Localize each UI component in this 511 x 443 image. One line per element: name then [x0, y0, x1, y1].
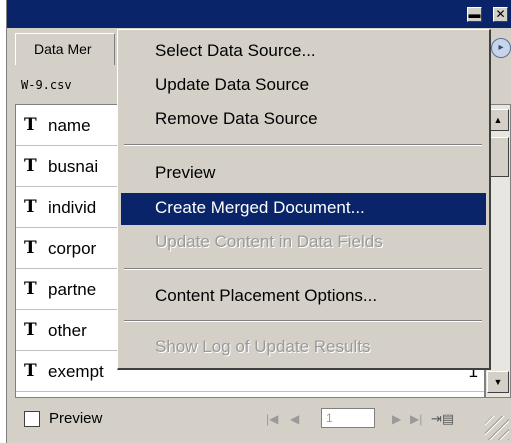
text-field-icon: T [24, 156, 37, 176]
data-merge-panel: ▬ ✕ Data Mer ▸ W-9.csv T name T busnai T… [6, 0, 511, 443]
text-field-icon: T [24, 197, 37, 217]
panel-titlebar[interactable]: ▬ ✕ [7, 0, 511, 28]
scroll-down-icon[interactable]: ▼ [487, 371, 509, 393]
menu-item-update-content-in-data-fields: Update Content in Data Fields [155, 232, 383, 251]
close-button[interactable]: ✕ [493, 7, 508, 22]
minimize-button[interactable]: ▬ [467, 7, 482, 22]
tab-label: Data Mer [34, 41, 92, 57]
menu-separator [124, 144, 482, 146]
preview-label: Preview [49, 410, 103, 427]
resize-grip-icon[interactable] [485, 416, 509, 440]
panel-context-menu: Select Data Source... Update Data Source… [117, 29, 491, 370]
menu-item-content-placement-options[interactable]: Content Placement Options... [121, 281, 486, 313]
menu-item-remove-data-source[interactable]: Remove Data Source [121, 104, 486, 136]
field-name: other [48, 321, 87, 340]
go-to-record-icon[interactable]: ⇥▤ [431, 411, 454, 427]
preview-checkbox[interactable] [24, 411, 40, 427]
record-number-field[interactable]: 1 [321, 408, 375, 428]
text-field-icon: T [24, 361, 37, 381]
field-name: exempt [48, 362, 104, 381]
data-source-name: W-9.csv [21, 78, 72, 92]
field-name: partne [48, 280, 97, 299]
text-field-icon: T [24, 115, 37, 135]
menu-item-preview[interactable]: Preview [121, 158, 486, 190]
panel-bottombar: Preview |◀ ◀ 1 ▶ ▶| ⇥▤ [7, 398, 511, 443]
text-field-icon: T [24, 279, 37, 299]
previous-record-icon[interactable]: ◀ [290, 411, 299, 427]
text-field-icon: T [24, 238, 37, 258]
menu-separator [124, 268, 482, 270]
field-name: individ [48, 198, 97, 217]
menu-item-show-log-of-update-results: Show Log of Update Results [155, 337, 371, 356]
menu-item-update-data-source[interactable]: Update Data Source [121, 70, 486, 102]
field-name: name [48, 116, 91, 135]
menu-separator [124, 320, 482, 322]
panel-menu-icon[interactable]: ▸ [491, 38, 511, 58]
field-name: busnai [48, 157, 99, 176]
next-record-icon[interactable]: ▶ [392, 411, 401, 427]
tab-data-merge[interactable]: Data Mer [15, 33, 115, 65]
menu-item-select-data-source[interactable]: Select Data Source... [121, 36, 486, 68]
menu-item-create-merged-document[interactable]: Create Merged Document... [121, 193, 486, 225]
first-record-icon[interactable]: |◀ [266, 411, 278, 427]
field-name: corpor [48, 239, 97, 258]
text-field-icon: T [24, 320, 37, 340]
last-record-icon[interactable]: ▶| [410, 411, 422, 427]
